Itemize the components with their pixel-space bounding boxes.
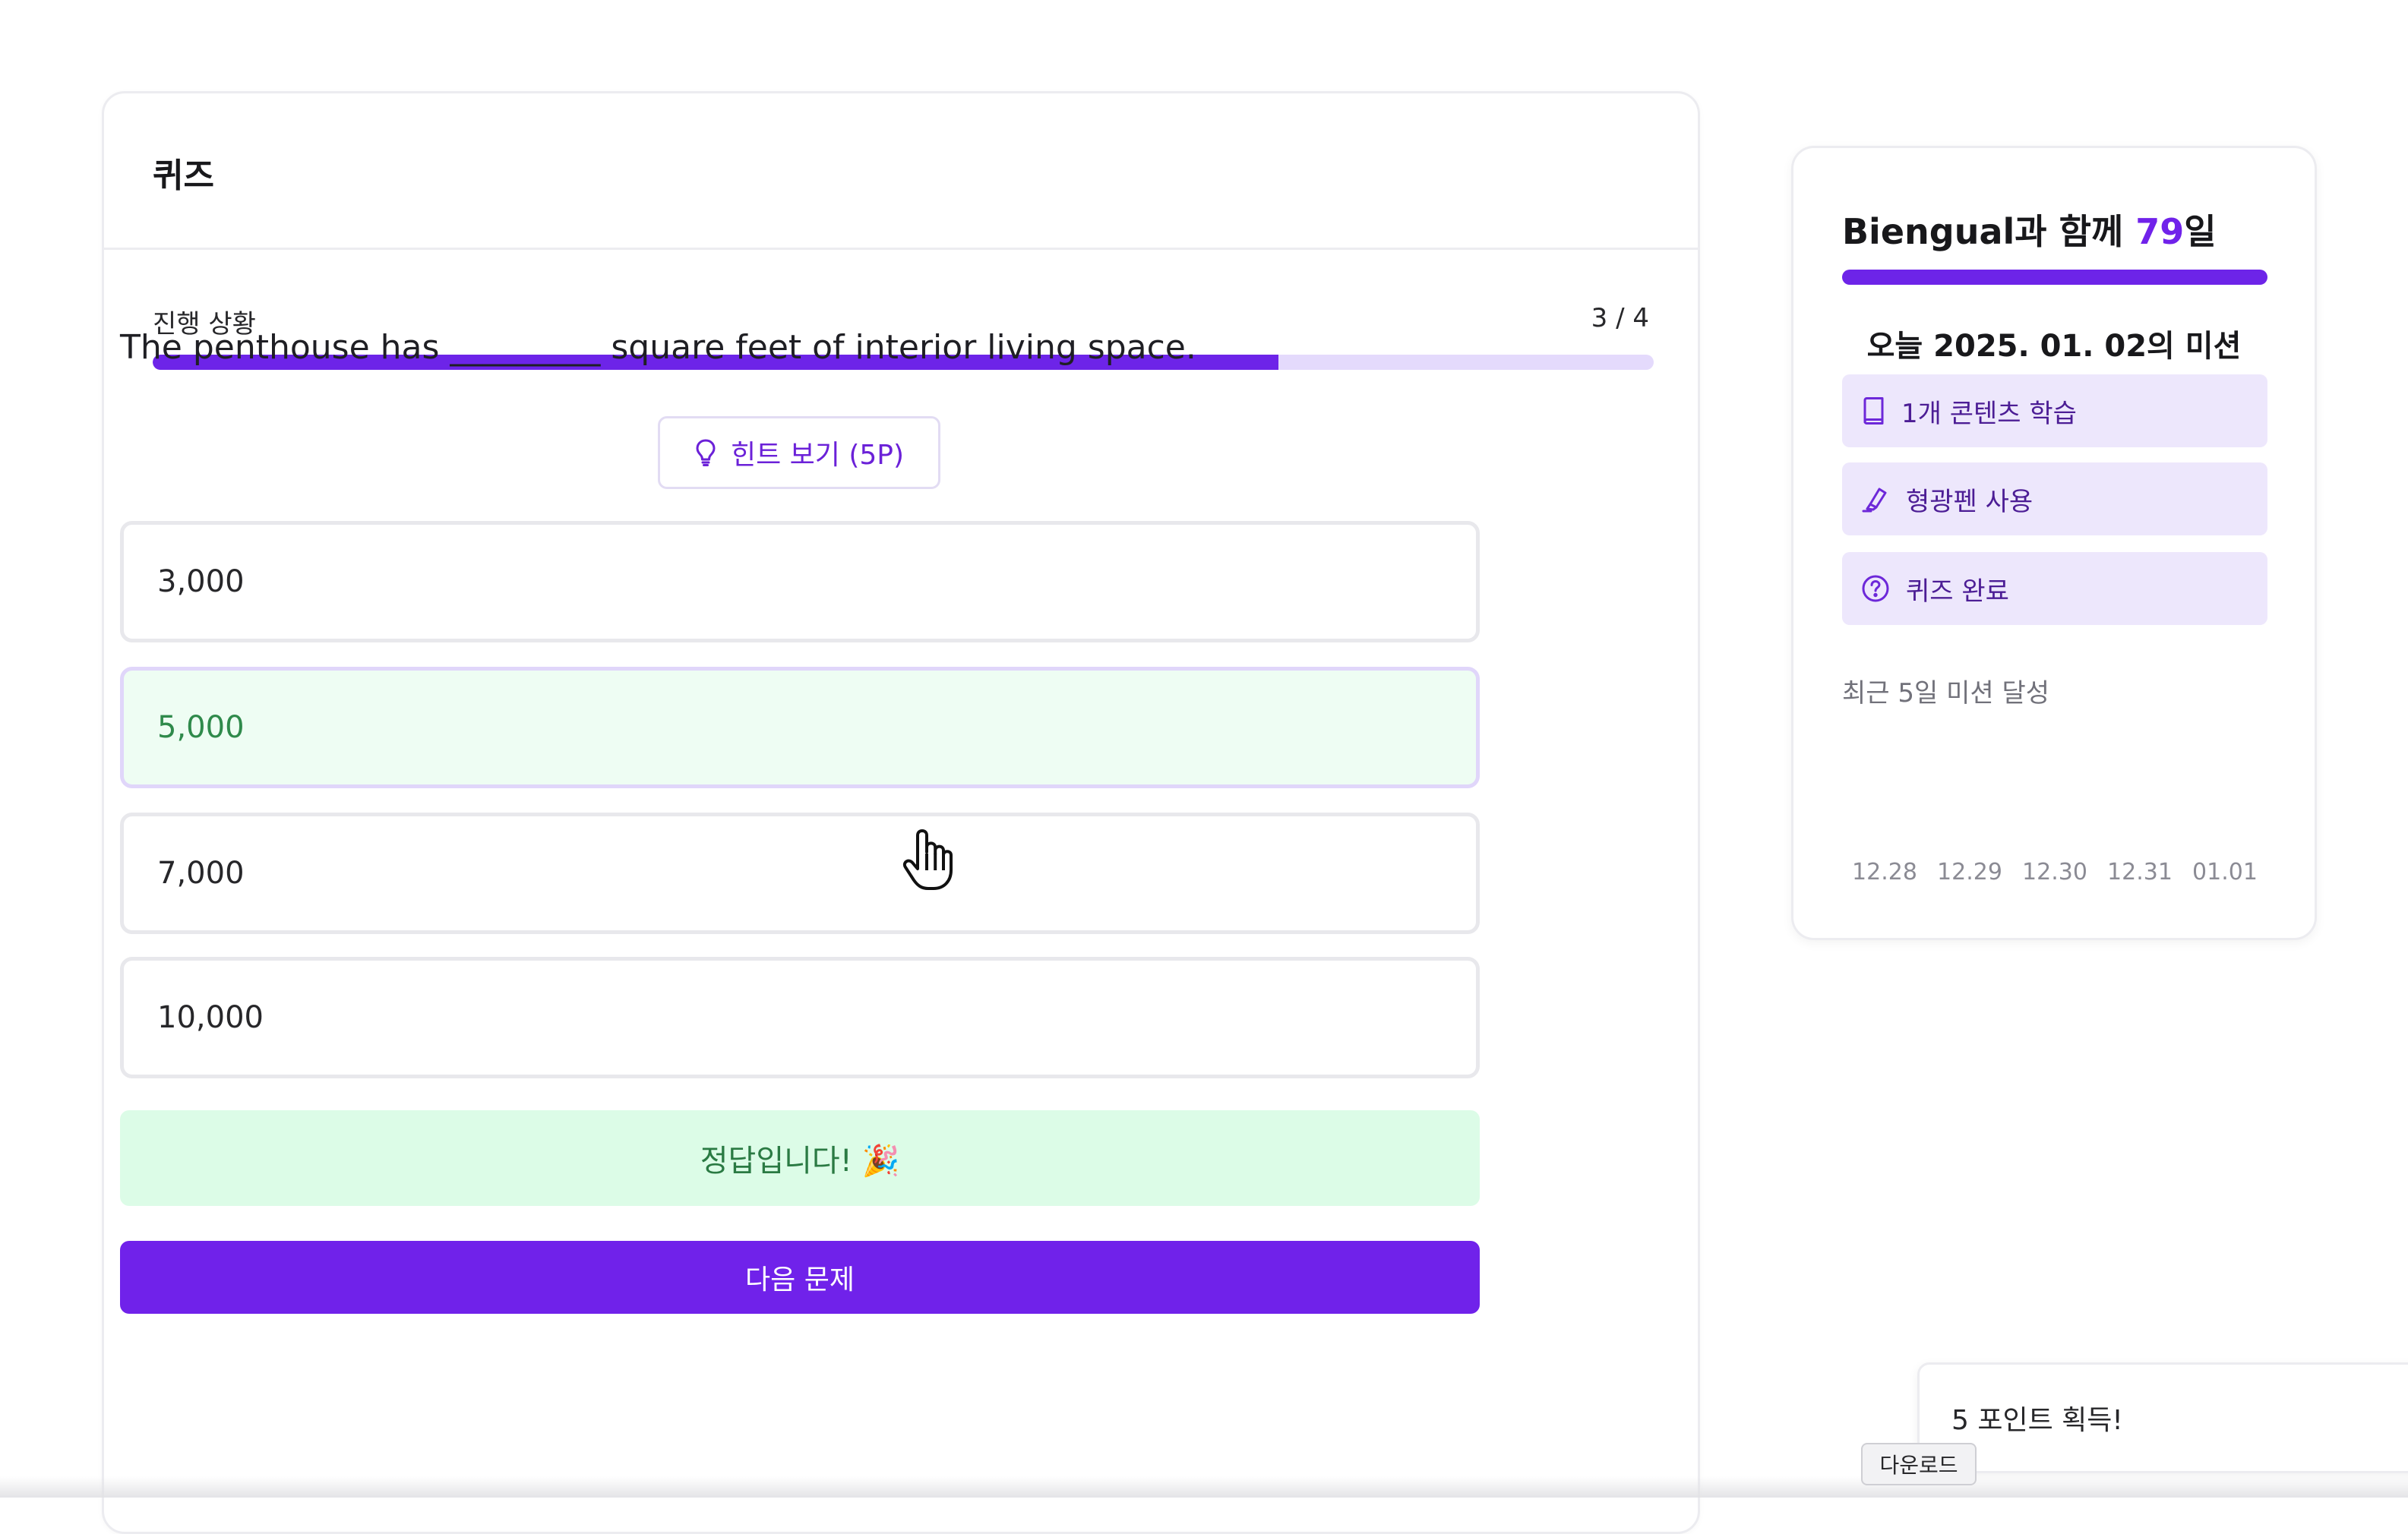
streak-suffix: 일 bbox=[2184, 211, 2217, 252]
hint-button[interactable]: 힌트 보기 (5P) bbox=[658, 416, 940, 489]
next-question-button[interactable]: 다음 문제 bbox=[120, 1241, 1480, 1314]
recent-dates-row: 12.28 12.29 12.30 12.31 01.01 bbox=[1842, 859, 2267, 885]
points-toast: 5 포인트 획득! bbox=[1917, 1362, 2408, 1473]
mission-item-label: 형광펜 사용 bbox=[1906, 486, 2034, 517]
mission-item-label: 퀴즈 완료 bbox=[1906, 576, 2009, 607]
hint-button-label: 힌트 보기 (5P) bbox=[730, 440, 905, 471]
answer-option[interactable]: 10,000 bbox=[120, 957, 1480, 1078]
streak-prefix: Biengual과 함께 bbox=[1842, 211, 2136, 252]
question-circle-icon bbox=[1860, 573, 1891, 604]
recent-date: 12.28 bbox=[1852, 859, 1917, 885]
question-text: The penthouse has _________ square feet … bbox=[120, 328, 1196, 367]
today-mission-title: 오늘 2025. 01. 02의 미션 bbox=[1866, 329, 2242, 364]
recent-date: 01.01 bbox=[2192, 859, 2258, 885]
answer-option[interactable]: 7,000 bbox=[120, 813, 1480, 934]
recent-date: 12.29 bbox=[1937, 859, 2002, 885]
mission-item-highlighter: 형광펜 사용 bbox=[1842, 462, 2267, 535]
answer-option-label: 10,000 bbox=[157, 1000, 264, 1035]
recent-date: 12.30 bbox=[2022, 859, 2087, 885]
hand-cursor-icon bbox=[901, 828, 954, 892]
mission-item-content: 1개 콘텐츠 학습 bbox=[1842, 374, 2267, 447]
toast-message: 5 포인트 획득! bbox=[1951, 1405, 2123, 1436]
streak-title: Biengual과 함께 79일 bbox=[1842, 204, 2217, 254]
mission-item-quiz: 퀴즈 완료 bbox=[1842, 552, 2267, 625]
recent-missions-label: 최근 5일 미션 달성 bbox=[1842, 678, 2050, 709]
answer-option-correct[interactable]: 5,000 bbox=[120, 667, 1480, 788]
answer-option-label: 5,000 bbox=[157, 710, 245, 745]
book-icon bbox=[1860, 396, 1886, 426]
quiz-title: 퀴즈 bbox=[153, 156, 214, 195]
highlighter-icon bbox=[1860, 484, 1891, 514]
answer-option-label: 3,000 bbox=[157, 564, 245, 599]
lightbulb-icon bbox=[694, 438, 717, 467]
download-tooltip: 다운로드 bbox=[1861, 1443, 1977, 1485]
quiz-header: 퀴즈 bbox=[104, 93, 1698, 250]
answer-option[interactable]: 3,000 bbox=[120, 521, 1480, 642]
streak-bar bbox=[1842, 270, 2267, 285]
progress-count: 3 / 4 bbox=[1591, 303, 1649, 333]
correct-feedback-banner: 정답입니다! 🎉 bbox=[120, 1110, 1480, 1206]
mission-card: Biengual과 함께 79일 오늘 2025. 01. 02의 미션 1개 … bbox=[1791, 146, 2317, 940]
mission-item-label: 1개 콘텐츠 학습 bbox=[1901, 398, 2077, 429]
bottom-shade bbox=[0, 1476, 2408, 1498]
streak-days: 79 bbox=[2135, 211, 2185, 252]
recent-date: 12.31 bbox=[2107, 859, 2173, 885]
answer-option-label: 7,000 bbox=[157, 856, 245, 891]
